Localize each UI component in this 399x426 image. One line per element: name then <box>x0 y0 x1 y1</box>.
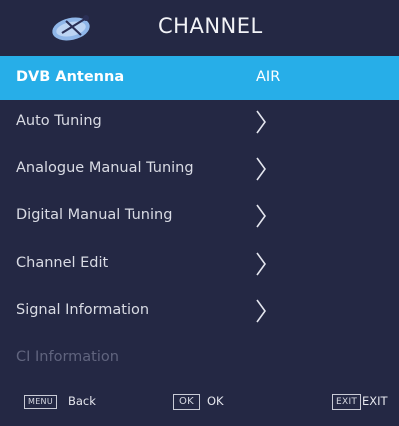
chevron-right-icon <box>256 157 266 181</box>
chevron-right-icon <box>256 252 266 276</box>
chevron-right-icon <box>256 110 266 134</box>
back-label: Back <box>68 394 96 408</box>
menu-item-signal-information[interactable]: Signal Information <box>0 289 399 333</box>
menu-item-value: AIR <box>256 69 281 85</box>
menu-item-channel-edit[interactable]: Channel Edit <box>0 242 399 286</box>
menu-item-label: Digital Manual Tuning <box>16 207 173 223</box>
menu-item-label: Signal Information <box>16 302 150 318</box>
chevron-right-icon <box>256 204 266 228</box>
menu-item-auto-tuning[interactable]: Auto Tuning <box>0 100 399 144</box>
exit-key-icon[interactable]: EXIT <box>332 394 362 410</box>
exit-label: EXIT <box>362 394 388 408</box>
satellite-dish-icon <box>52 15 90 41</box>
menu-item-analogue-manual-tuning[interactable]: Analogue Manual Tuning <box>0 147 399 191</box>
ok-label: OK <box>207 394 224 408</box>
menu-item-label: DVB Antenna <box>16 69 125 85</box>
menu-item-ci-information: CI Information <box>0 336 399 380</box>
menu-item-label: CI Information <box>16 349 119 365</box>
menu-item-label: Analogue Manual Tuning <box>16 160 194 176</box>
ok-key-icon[interactable]: OK <box>173 394 201 410</box>
footer-hints: MENU Back OK OK EXIT EXIT <box>0 388 399 418</box>
chevron-right-icon <box>256 299 266 323</box>
menu-key-icon[interactable]: MENU <box>24 395 57 409</box>
menu-item-label: Auto Tuning <box>16 113 102 129</box>
channel-menu-window: CHANNEL DVB Antenna AIR Auto Tuning Anal… <box>0 0 399 426</box>
menu-item-digital-manual-tuning[interactable]: Digital Manual Tuning <box>0 194 399 238</box>
menu-header: CHANNEL <box>0 0 399 56</box>
menu-item-label: Channel Edit <box>16 255 109 271</box>
menu-item-dvb-antenna[interactable]: DVB Antenna AIR <box>0 56 399 100</box>
page-title: CHANNEL <box>158 14 263 38</box>
